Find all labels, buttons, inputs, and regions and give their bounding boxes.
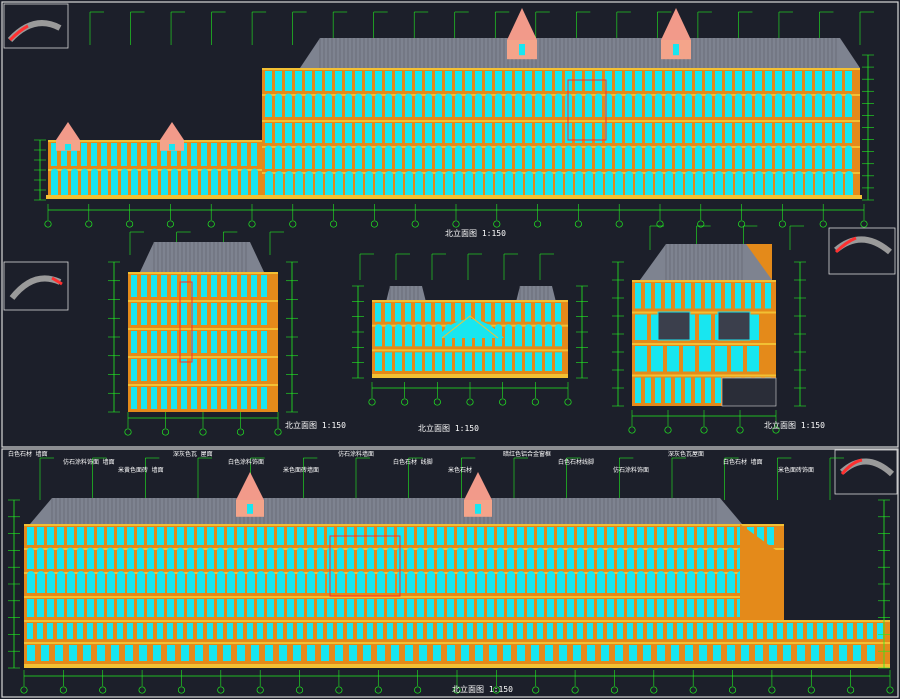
- side-elevation-left: [108, 231, 298, 436]
- leader-note-8: 米色石材: [448, 466, 472, 474]
- leader-note-2: 米黄色面砖 墙面: [118, 466, 164, 474]
- caption-center: 北立面图 1:150: [418, 423, 479, 433]
- caption-top-elevation: 北立面图 1:150: [445, 228, 506, 238]
- bottom-elevation: [8, 457, 894, 694]
- key-plan-mid-left: [3, 261, 69, 311]
- leader-note-6: 仿石涂料墙面: [338, 450, 374, 458]
- caption-side-right: 北立面图 1:150: [764, 420, 825, 430]
- leader-note-7: 白色石材 线脚: [393, 458, 433, 466]
- drawing-sheet: 白色石材 墙面 仿石涂料饰面 墙面 米黄色面砖 墙面 深灰色瓦 屋面 白色涂料饰面 米色面…: [0, 0, 900, 699]
- leader-note-13: 白色石材 墙面: [723, 458, 763, 466]
- key-plan-top-left: [3, 3, 69, 49]
- leader-note-3: 深灰色瓦 屋面: [173, 450, 213, 458]
- leader-note-12: 深灰色瓦屋面: [668, 450, 704, 458]
- caption-bottom-elevation: 北立面图 1:150: [452, 684, 513, 694]
- side-elevation-right: [612, 225, 806, 434]
- top-elevation: [34, 8, 874, 228]
- leader-note-9: 暗红色铝合金窗框: [503, 450, 551, 458]
- elevation-drawing: 白色石材 墙面仿石涂料饰面 墙面米黄色面砖 墙面深灰色瓦 屋面白色涂料饰面米色面…: [1, 1, 899, 698]
- leader-note-11: 仿石涂料饰面: [613, 466, 649, 474]
- bottom-leader-notes: 白色石材 墙面仿石涂料饰面 墙面米黄色面砖 墙面深灰色瓦 屋面白色涂料饰面米色面…: [8, 450, 814, 474]
- leader-note-0: 白色石材 墙面: [8, 450, 48, 458]
- leader-note-10: 白色石材线脚: [558, 458, 594, 466]
- key-plan-mid-right: [828, 227, 896, 275]
- key-plan-bottom-right: [834, 449, 898, 495]
- center-elevation: [352, 253, 588, 406]
- leader-note-5: 米色面砖墙面: [283, 466, 319, 474]
- leader-note-14: 米色面砖饰面: [778, 466, 814, 474]
- leader-note-1: 仿石涂料饰面 墙面: [63, 458, 115, 466]
- leader-note-4: 白色涂料饰面: [228, 458, 264, 466]
- caption-side-left: 北立面图 1:150: [285, 420, 346, 430]
